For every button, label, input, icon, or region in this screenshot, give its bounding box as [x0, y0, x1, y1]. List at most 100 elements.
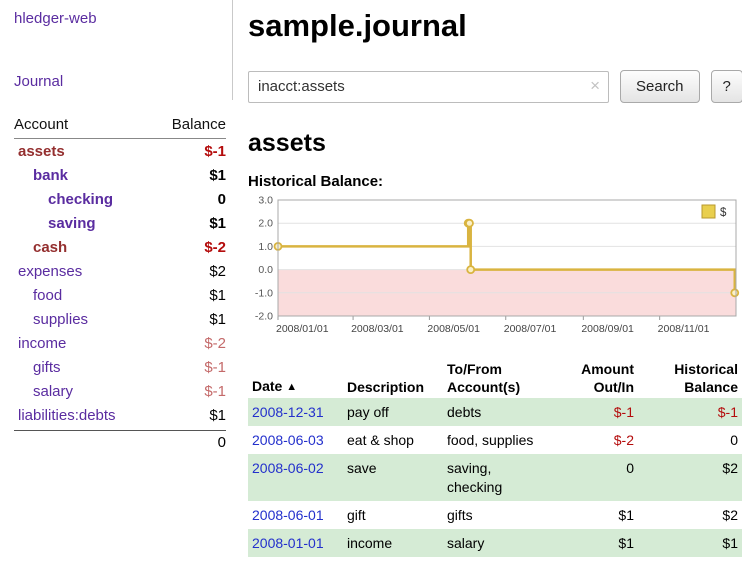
table-row[interactable]: 2008-06-03 eat & shopfood, supplies$-20: [248, 426, 742, 454]
sidebar-account-link[interactable]: assets: [14, 143, 65, 160]
sort-asc-icon: ▲: [286, 381, 297, 393]
chart-svg: 3.02.01.00.0-1.0-2.02008/01/012008/03/01…: [248, 194, 742, 346]
svg-text:2008/11/01: 2008/11/01: [658, 323, 710, 335]
balance-cell: 0: [638, 426, 742, 454]
account-row: checking 0: [14, 187, 226, 211]
description-column-header: Description: [343, 359, 443, 398]
balance-cell: $-1: [638, 398, 742, 426]
accounts-cell: debts: [443, 398, 553, 426]
balance-column-header: Historical Balance: [638, 359, 742, 398]
search-input[interactable]: [248, 71, 609, 103]
account-balance: 0: [218, 191, 226, 208]
accounts-cell: salary: [443, 529, 553, 557]
account-row: assets $-1: [14, 139, 226, 163]
date-link[interactable]: 2008-06-02: [252, 460, 324, 476]
account-row: cash$-2: [14, 235, 226, 259]
table-row[interactable]: 2008-06-01giftgifts$1$2: [248, 501, 742, 529]
sidebar-account-link[interactable]: bank: [14, 167, 68, 184]
amount-cell: 0: [553, 454, 638, 500]
account-row: income $-2: [14, 331, 226, 355]
svg-text:0.0: 0.0: [258, 264, 273, 276]
svg-text:$: $: [720, 207, 727, 219]
sidebar-account-link[interactable]: liabilities:debts: [14, 407, 116, 424]
date-link[interactable]: 2008-06-01: [252, 507, 324, 523]
date-cell: 2008-01-01: [248, 529, 343, 557]
amount-cell: $-1: [553, 398, 638, 426]
svg-text:2.0: 2.0: [258, 218, 273, 230]
accounts-cell: food, supplies: [443, 426, 553, 454]
account-row: expenses $2: [14, 259, 226, 283]
date-column-header[interactable]: Date ▲: [248, 359, 343, 398]
account-balance: $1: [209, 287, 226, 304]
amount-cell: $1: [553, 501, 638, 529]
sidebar-account-link[interactable]: gifts: [14, 359, 61, 376]
account-balance: $-2: [204, 335, 226, 352]
search-form: × Search ?: [248, 70, 742, 103]
main-content: sample.journal × Search ? assets Histori…: [248, 0, 742, 557]
date-header-label: Date: [252, 378, 282, 394]
account-row: food $1: [14, 283, 226, 307]
accounts-cell: saving, checking: [443, 454, 553, 500]
balance-cell: $1: [638, 529, 742, 557]
balance-cell: $2: [638, 454, 742, 500]
account-balance: $1: [209, 407, 226, 424]
svg-text:-2.0: -2.0: [255, 311, 273, 323]
account-heading: assets: [248, 129, 742, 158]
date-cell: 2008-06-01: [248, 501, 343, 529]
amount-cell: $-2: [553, 426, 638, 454]
sidebar-account-link[interactable]: salary: [14, 383, 73, 400]
sidebar-account-link[interactable]: expenses: [14, 263, 82, 280]
table-row[interactable]: 2008-01-01incomesalary$1$1: [248, 529, 742, 557]
sidebar-account-link[interactable]: supplies: [14, 311, 88, 328]
account-column-header: Account: [14, 116, 68, 133]
sidebar-account-link[interactable]: checking: [14, 191, 113, 208]
sidebar-account-link[interactable]: saving: [14, 215, 96, 232]
date-link[interactable]: 2008-12-31: [252, 404, 324, 420]
balance-cell: $2: [638, 501, 742, 529]
description-cell: income: [343, 529, 443, 557]
search-input-wrap: ×: [248, 71, 609, 103]
account-row: supplies$1: [14, 307, 226, 331]
account-balance: $-1: [204, 383, 226, 400]
svg-text:1.0: 1.0: [258, 241, 273, 253]
account-row: saving $1: [14, 211, 226, 235]
svg-text:2008/01/01: 2008/01/01: [276, 323, 329, 335]
date-link[interactable]: 2008-06-03: [252, 432, 324, 448]
svg-text:2008/07/01: 2008/07/01: [504, 323, 557, 335]
balance-column-header: Balance: [172, 116, 226, 133]
help-button[interactable]: ?: [711, 70, 742, 103]
description-cell: pay off: [343, 398, 443, 426]
sidebar-item-journal[interactable]: Journal: [14, 73, 233, 90]
account-row: gifts $-1: [14, 355, 226, 379]
description-cell: save: [343, 454, 443, 500]
register-header-row: Date ▲ Description To/From Account(s) Am…: [248, 359, 742, 398]
date-link[interactable]: 2008-01-01: [252, 535, 324, 551]
account-balance: $2: [209, 263, 226, 280]
date-cell: 2008-06-02: [248, 454, 343, 500]
sidebar-account-link[interactable]: income: [14, 335, 66, 352]
svg-text:-1.0: -1.0: [255, 287, 273, 299]
amount-column-header: Amount Out/In: [553, 359, 638, 398]
clear-search-icon[interactable]: ×: [590, 77, 600, 94]
account-row: salary $-1: [14, 379, 226, 403]
accounts-total: 0: [14, 430, 226, 451]
date-cell: 2008-12-31: [248, 398, 343, 426]
description-cell: gift: [343, 501, 443, 529]
account-tree-header: Account Balance: [14, 116, 226, 139]
sidebar-account-link[interactable]: food: [14, 287, 62, 304]
description-cell: eat & shop: [343, 426, 443, 454]
sidebar-account-link[interactable]: cash: [14, 239, 67, 256]
date-cell: 2008-06-03: [248, 426, 343, 454]
account-balance: $1: [209, 167, 226, 184]
account-balance: $-1: [204, 143, 226, 160]
account-tree: assets$-1bank$1checking0saving$1cash$-2e…: [14, 139, 233, 427]
search-button[interactable]: Search: [620, 70, 700, 103]
table-row[interactable]: 2008-12-31pay offdebts$-1$-1: [248, 398, 742, 426]
chart-title: Historical Balance:: [248, 173, 742, 190]
amount-cell: $1: [553, 529, 638, 557]
account-balance: $-1: [204, 359, 226, 376]
table-row[interactable]: 2008-06-02 savesaving, checking0$2: [248, 454, 742, 500]
account-balance: $1: [209, 215, 226, 232]
balance-chart: 3.02.01.00.0-1.0-2.02008/01/012008/03/01…: [248, 194, 742, 351]
app-title-link[interactable]: hledger-web: [14, 10, 233, 27]
